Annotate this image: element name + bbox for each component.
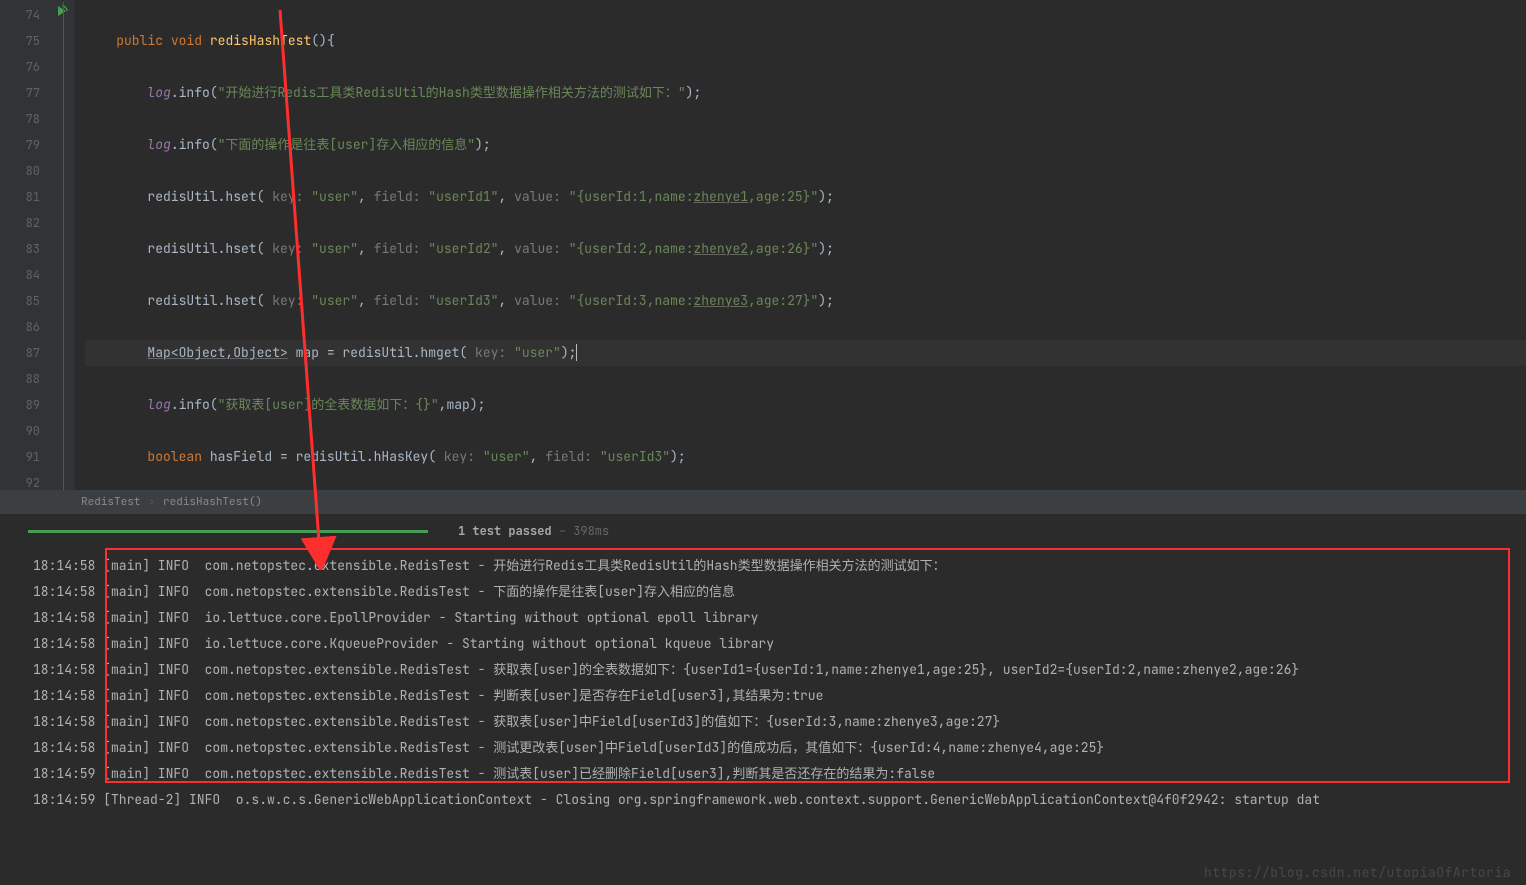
breadcrumb-method[interactable]: redisHashTest()	[157, 495, 268, 509]
line-number: 92	[0, 470, 40, 496]
code-line: log.info("下面的操作是往表[user]存入相应的信息");	[85, 132, 1526, 158]
line-number: 79	[0, 132, 40, 158]
line-number: 84	[0, 262, 40, 288]
test-passed-label: 1 test passed	[458, 523, 552, 539]
line-number: 80	[0, 158, 40, 184]
console-line: 18:14:58 [main] INFO com.netopstec.exten…	[33, 683, 1526, 709]
chevron-right-icon: ›	[146, 495, 157, 509]
line-number: 81	[0, 184, 40, 210]
test-status-bar: 1 test passed – 398ms	[0, 514, 1526, 548]
console-line: 18:14:59 [main] INFO com.netopstec.exten…	[33, 761, 1526, 787]
line-number: 88	[0, 366, 40, 392]
code-line: redisUtil.hset( key: "user", field: "use…	[85, 288, 1526, 314]
console-line: 18:14:58 [main] INFO com.netopstec.exten…	[33, 553, 1526, 579]
line-number: 86	[0, 314, 40, 340]
code-line: Map<Object,Object> map = redisUtil.hmget…	[85, 340, 1526, 366]
breadcrumb[interactable]: RedisTest › redisHashTest()	[0, 490, 1526, 514]
run-test-icon[interactable]	[55, 4, 69, 23]
code-line: log.info("开始进行Redis工具类RedisUtil的Hash类型数据…	[85, 80, 1526, 106]
watermark: https://blog.csdn.net/utopiaOfArtoria	[1204, 864, 1511, 881]
line-number: 82	[0, 210, 40, 236]
line-number: 89	[0, 392, 40, 418]
line-number: 85	[0, 288, 40, 314]
code-line: redisUtil.hset( key: "user", field: "use…	[85, 236, 1526, 262]
code-line: redisUtil.hset( key: "user", field: "use…	[85, 184, 1526, 210]
code-content[interactable]: public void redisHashTest(){ log.info("开…	[75, 0, 1526, 490]
console-line: 18:14:58 [main] INFO com.netopstec.exten…	[33, 735, 1526, 761]
console-line: 18:14:58 [main] INFO com.netopstec.exten…	[33, 709, 1526, 735]
line-gutter: 74 75 76 77 78 79 80 81 82 83 84 85 86 8…	[0, 0, 55, 490]
code-line: log.info("获取表[user]的全表数据如下：{}",map);	[85, 392, 1526, 418]
test-time-label: – 398ms	[552, 523, 610, 539]
line-number: 76	[0, 54, 40, 80]
line-number: 75	[0, 28, 40, 54]
line-number: 90	[0, 418, 40, 444]
line-number: 77	[0, 80, 40, 106]
code-editor[interactable]: 74 75 76 77 78 79 80 81 82 83 84 85 86 8…	[0, 0, 1526, 490]
run-tool-window: 1 test passed – 398ms 18:14:58 [main] IN…	[0, 514, 1526, 885]
line-number: 78	[0, 106, 40, 132]
progress-bar	[28, 530, 428, 533]
line-number: 74	[0, 2, 40, 28]
console-line: 18:14:59 [Thread-2] INFO o.s.w.c.s.Gener…	[33, 787, 1526, 813]
console-output[interactable]: 18:14:58 [main] INFO com.netopstec.exten…	[0, 548, 1526, 885]
console-line: 18:14:58 [main] INFO com.netopstec.exten…	[33, 579, 1526, 605]
console-line: 18:14:58 [main] INFO com.netopstec.exten…	[33, 657, 1526, 683]
console-line: 18:14:58 [main] INFO io.lettuce.core.Kqu…	[33, 631, 1526, 657]
console-line: 18:14:58 [main] INFO io.lettuce.core.Epo…	[33, 605, 1526, 631]
breadcrumb-class[interactable]: RedisTest	[75, 495, 146, 509]
code-line: public void redisHashTest(){	[85, 28, 1526, 54]
line-number: 83	[0, 236, 40, 262]
gutter-icons	[55, 0, 75, 490]
code-line: boolean hasField = redisUtil.hHasKey( ke…	[85, 444, 1526, 470]
line-number: 87	[0, 340, 40, 366]
line-number: 91	[0, 444, 40, 470]
